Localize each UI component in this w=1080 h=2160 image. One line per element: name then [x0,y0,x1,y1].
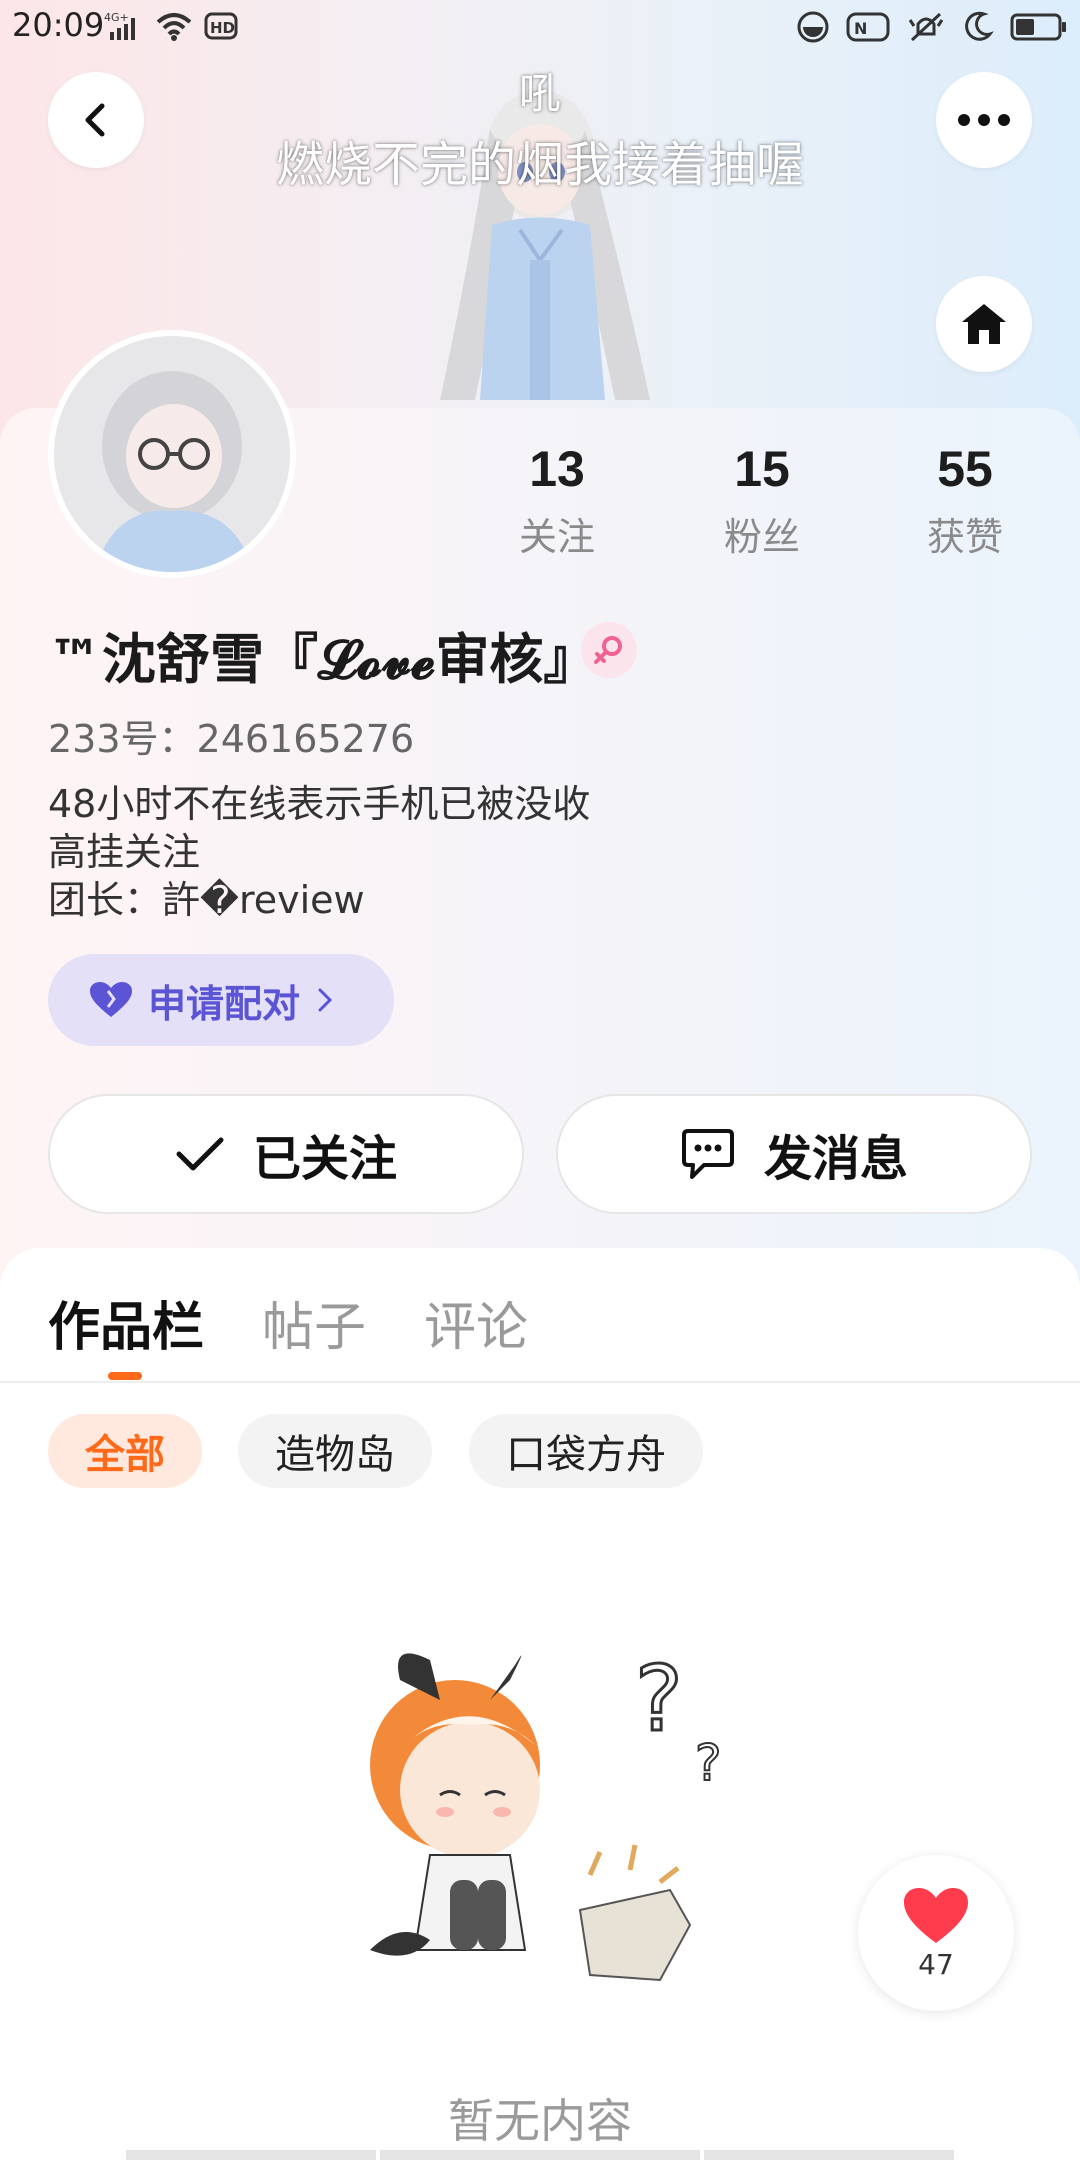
bottom-placeholder-2 [380,2150,700,2160]
bio-line-2: 高挂关注 [48,830,201,874]
message-button[interactable]: 发消息 [556,1094,1032,1214]
bottom-placeholder-1 [126,2150,376,2160]
home-icon [962,304,1006,344]
status-time: 20:09 [12,6,105,44]
svg-text:HD: HD [210,19,235,37]
nfc-icon: N [846,12,890,42]
gender-badge [581,622,637,678]
stat-likes[interactable]: 55 获赞 [880,440,1050,561]
bio: 48小时不在线表示手机已被没收 高挂关注 团长：許�review [48,780,590,924]
lyric-line-1: 吼 [518,69,561,118]
stat-fans-label: 粉丝 [723,515,800,559]
moon-icon [965,11,994,41]
signal-icon: 4G+ [104,11,135,40]
bio-line-1: 48小时不在线表示手机已被没收 [48,782,591,826]
status-left-icons: 4G+ HD [104,10,238,42]
chevron-left-icon [85,103,105,137]
stat-following-value: 13 [529,441,585,497]
lyric-line-2: 燃烧不完的烟我接着抽喔 [275,137,804,193]
vibrate-icon [908,12,944,42]
stat-following[interactable]: 13 关注 [472,440,642,561]
home-button[interactable] [936,276,1032,372]
apply-pair-label: 申请配对 [148,981,301,1026]
follow-button[interactable]: 已关注 [48,1094,524,1214]
wifi-icon [156,13,192,41]
battery-icon [1010,13,1066,41]
empty-state-illustration: ? ? [370,1646,723,1982]
tab-divider [0,1381,1080,1383]
stat-likes-value: 55 [937,441,993,497]
back-button[interactable] [48,72,144,168]
tab-indicator [108,1372,142,1380]
filter-pocket-ark[interactable]: 口袋方舟 [469,1414,703,1488]
svg-text:N: N [854,19,867,38]
filter-all[interactable]: 全部 [48,1414,202,1488]
like-button[interactable]: 47 [858,1855,1014,2011]
status-right-icons: N [796,10,1068,44]
nickname: ™沈舒雪『𝓛𝓸𝓿𝓮审核』 [48,628,598,691]
stat-fans-value: 15 [734,441,790,497]
apply-pair-button[interactable]: 申请配对 [48,954,394,1046]
empty-state-text: 暂无内容 [448,2094,632,2148]
tab-works[interactable]: 作品栏 [48,1285,204,1360]
uid-text: 233号：246165276 [48,717,415,761]
svg-text:4G+: 4G+ [104,11,129,24]
avatar[interactable] [48,330,296,578]
bio-line-3: 团长：許�review [48,878,365,922]
check-icon [176,1137,224,1171]
bottom-placeholder-3 [704,2150,954,2160]
message-label: 发消息 [763,1131,908,1187]
svg-text:?: ? [635,1647,683,1752]
stat-following-label: 关注 [518,515,595,559]
stat-likes-label: 获赞 [926,515,1003,559]
more-button[interactable] [936,72,1032,168]
follow-label: 已关注 [252,1131,397,1187]
female-icon [594,636,622,664]
heart-icon [90,982,132,1017]
stat-fans[interactable]: 15 粉丝 [677,440,847,561]
heart-icon [904,1887,968,1943]
status-bar: 20:09 4G+ HD N [0,0,1080,56]
chat-icon [681,1129,734,1179]
avatar-image [54,336,290,572]
like-count: 47 [918,1947,954,1981]
data-saver-icon [797,11,829,43]
more-icon [958,114,1010,126]
tab-posts[interactable]: 帖子 [262,1285,366,1360]
tab-comments[interactable]: 评论 [424,1285,528,1360]
filter-creation-island[interactable]: 造物岛 [238,1414,432,1488]
svg-text:?: ? [695,1734,722,1792]
chevron-right-icon [318,988,333,1012]
hd-icon: HD [204,12,238,40]
